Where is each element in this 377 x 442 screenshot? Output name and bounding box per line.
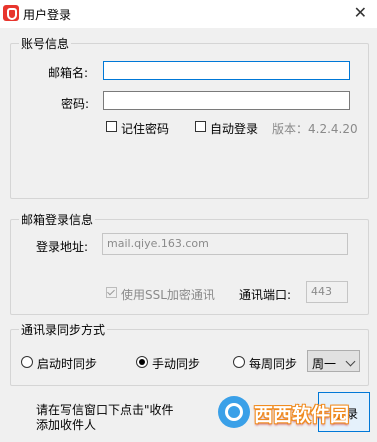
weekly-sync-radio[interactable] [233, 356, 245, 368]
manual-sync-label[interactable]: 手动同步 [152, 355, 200, 372]
email-field[interactable] [103, 61, 350, 80]
auto-login-checkbox[interactable] [195, 121, 206, 132]
remember-password-label[interactable]: 记住密码 [121, 120, 169, 137]
password-label: 密码: [61, 97, 90, 111]
auto-login-label[interactable]: 自动登录 [210, 120, 258, 137]
close-icon[interactable]: ✕ [354, 3, 367, 22]
ssl-checkbox[interactable] [106, 287, 117, 298]
email-label: 邮箱名: [48, 66, 89, 80]
manual-sync-radio[interactable] [136, 356, 148, 368]
login-address-field[interactable]: mail.qiye.163.com [102, 233, 348, 255]
login-address-label: 登录地址: [36, 240, 89, 254]
remember-password-checkbox[interactable] [106, 121, 117, 132]
account-group-title: 账号信息 [19, 35, 72, 52]
title-bar: 用户登录 ✕ [0, 0, 377, 28]
app-logo-icon [3, 5, 19, 21]
port-label: 通讯端口: [239, 288, 292, 302]
ssl-label[interactable]: 使用SSL加密通讯 [121, 286, 215, 303]
password-field[interactable] [103, 91, 350, 110]
chevron-down-icon [345, 356, 356, 367]
hint-line-2: 添加收件人 [36, 418, 97, 432]
sync-group-title: 通讯录同步方式 [19, 321, 108, 338]
weekday-select[interactable]: 周一 [307, 350, 360, 372]
version-label: 版本：4.2.4.20 [272, 122, 358, 136]
weekly-sync-label[interactable]: 每周同步 [249, 355, 297, 372]
mail-login-group-title: 邮箱登录信息 [19, 211, 96, 228]
watermark: 西西软件园 [218, 392, 358, 432]
watermark-logo-icon [218, 396, 250, 428]
watermark-text: 西西软件园 [254, 404, 350, 426]
sync-on-startup-label[interactable]: 启动时同步 [37, 355, 97, 372]
window-title: 用户登录 [23, 8, 72, 22]
weekday-value: 周一 [312, 357, 337, 371]
port-field[interactable]: 443 [306, 281, 348, 303]
sync-on-startup-radio[interactable] [21, 356, 33, 368]
